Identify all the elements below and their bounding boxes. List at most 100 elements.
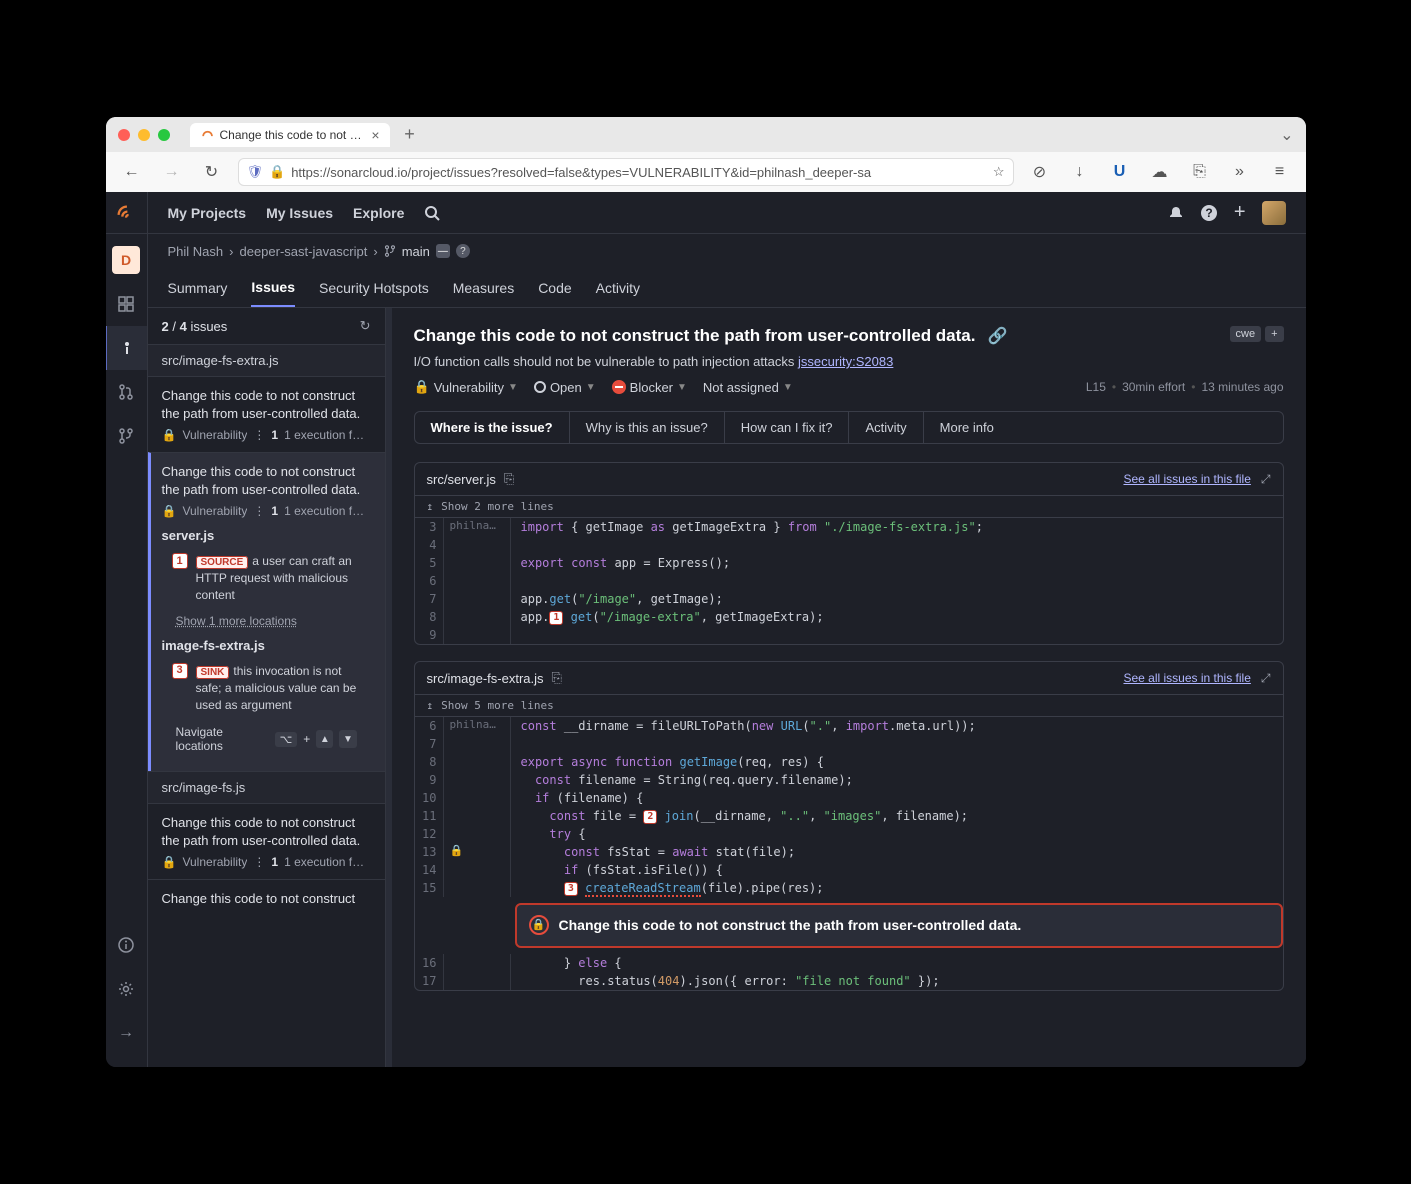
add-icon[interactable]: +	[1234, 201, 1246, 224]
tab-measures[interactable]: Measures	[453, 270, 514, 306]
overflow-icon[interactable]: »	[1226, 158, 1254, 186]
nav-up-button[interactable]: ▲	[316, 730, 333, 748]
extension-icon-2[interactable]: ☁	[1146, 158, 1174, 186]
flow-count: 1	[271, 428, 278, 442]
browser-tab[interactable]: Change this code to not constru ×	[190, 123, 390, 147]
blame-author: philna…	[443, 717, 511, 735]
nav-explore[interactable]: Explore	[353, 205, 404, 221]
issue-title: Change this code to not construct the pa…	[162, 387, 371, 422]
file-group: src/image-fs.js Change this code to not …	[148, 771, 385, 924]
window-maximize[interactable]	[158, 129, 170, 141]
issue-card[interactable]: Change this code to not construct the pa…	[148, 803, 385, 879]
code-line: 4	[415, 536, 1283, 554]
expand-icon[interactable]: ⤢	[1261, 671, 1271, 686]
downloads-icon[interactable]: ↓	[1066, 158, 1094, 186]
window-minimize[interactable]	[138, 129, 150, 141]
nav-my-projects[interactable]: My Projects	[168, 205, 247, 221]
inline-issue-box[interactable]: 🔒Change this code to not construct the p…	[515, 903, 1283, 948]
code-text: app.get("/image", getImage);	[511, 590, 723, 608]
forward-button[interactable]: →	[158, 158, 186, 186]
rail-info[interactable]	[106, 923, 148, 967]
open-status-icon	[534, 381, 546, 393]
svg-text:?: ?	[1205, 206, 1212, 220]
rail-pull-requests[interactable]	[106, 370, 148, 414]
new-tab-button[interactable]: +	[398, 123, 422, 147]
status-dropdown[interactable]: Open ▼	[534, 380, 596, 395]
issue-card-selected[interactable]: Change this code to not construct the pa…	[148, 452, 385, 771]
nav-down-button[interactable]: ▼	[339, 730, 356, 748]
code-line: 13🔒 const fsStat = await stat(file);	[415, 843, 1283, 861]
rule-link[interactable]: jssecurity:S2083	[798, 354, 893, 369]
extension-icon-1[interactable]: U	[1106, 158, 1134, 186]
rail-issues[interactable]	[106, 326, 148, 370]
tab-activity[interactable]: Activity	[596, 270, 640, 306]
rail-branches[interactable]	[106, 414, 148, 458]
shield-icon: 🛡	[247, 164, 264, 180]
crumb-user[interactable]: Phil Nash	[168, 244, 224, 259]
issue-card[interactable]: Change this code to not construct the pa…	[148, 376, 385, 452]
lock-icon: 🔒	[162, 428, 177, 442]
tab-activity[interactable]: Activity	[849, 412, 923, 443]
code-file-name: src/server.js ⎘	[427, 471, 515, 487]
copy-icon[interactable]: ⎘	[552, 670, 562, 686]
crumb-project[interactable]: deeper-sast-javascript	[239, 244, 367, 259]
assignee-dropdown[interactable]: Not assigned ▼	[703, 380, 793, 395]
copy-icon[interactable]: ⎘	[504, 471, 514, 487]
tab-security-hotspots[interactable]: Security Hotspots	[319, 270, 429, 306]
refresh-icon[interactable]: ↻	[360, 318, 371, 334]
tab-where[interactable]: Where is the issue?	[415, 412, 570, 443]
rail-overview[interactable]	[106, 282, 148, 326]
search-icon[interactable]	[424, 205, 440, 221]
line-number: 8	[415, 608, 443, 626]
issue-card[interactable]: Change this code to not construct	[148, 879, 385, 924]
nav-my-issues[interactable]: My Issues	[266, 205, 333, 221]
permalink-icon[interactable]: 🔗	[987, 326, 1007, 346]
tab-summary[interactable]: Summary	[168, 270, 228, 306]
org-badge[interactable]: D	[112, 246, 140, 274]
see-all-issues-link[interactable]: See all issues in this file	[1123, 671, 1250, 685]
window-close[interactable]	[118, 129, 130, 141]
severity-dropdown[interactable]: Blocker ▼	[612, 380, 687, 395]
effort: 30min effort	[1122, 380, 1185, 394]
issue-type-dropdown[interactable]: 🔒 Vulnerability ▼	[414, 379, 518, 395]
notifications-icon[interactable]	[1168, 205, 1184, 221]
show-more-lines[interactable]: ↥ Show 2 more lines	[415, 496, 1283, 518]
tab-code[interactable]: Code	[538, 270, 571, 306]
tag-add[interactable]: +	[1265, 326, 1283, 342]
help-icon[interactable]: ?	[1200, 204, 1218, 222]
rail-settings[interactable]	[106, 967, 148, 1011]
separator-icon: ⋮	[253, 428, 265, 442]
line-number: 6	[415, 717, 443, 735]
back-button[interactable]: ←	[118, 158, 146, 186]
expand-icon[interactable]: ⤢	[1261, 472, 1271, 487]
user-avatar[interactable]	[1262, 201, 1286, 225]
tag-cwe[interactable]: cwe	[1230, 326, 1262, 342]
see-all-issues-link[interactable]: See all issues in this file	[1123, 472, 1250, 486]
blame-author: 🔒	[443, 843, 511, 861]
tab-list-dropdown[interactable]: ⌄	[1280, 125, 1293, 145]
bookmark-star-icon[interactable]: ☆	[993, 164, 1005, 180]
code-text: export async function getImage(req, res)…	[511, 753, 824, 771]
lock-icon: 🔒	[269, 164, 285, 180]
tab-why[interactable]: Why is this an issue?	[570, 412, 725, 443]
tab-issues[interactable]: Issues	[251, 269, 295, 307]
show-more-lines[interactable]: ↥ Show 5 more lines	[415, 695, 1283, 717]
reload-button[interactable]: ↻	[198, 158, 226, 186]
lock-icon: 🔒	[529, 915, 549, 935]
extension-icon-3[interactable]: ⎘	[1186, 158, 1214, 186]
flow-step[interactable]: 3 SINKthis invocation is not safe; a mal…	[162, 659, 371, 718]
sonarcloud-logo[interactable]	[106, 192, 148, 234]
show-more-locations[interactable]: Show 1 more locations	[176, 614, 297, 628]
url-bar[interactable]: 🛡 🔒 https://sonarcloud.io/project/issues…	[238, 158, 1014, 186]
info-icon[interactable]: ?	[456, 244, 470, 258]
pocket-icon[interactable]: ⊘	[1026, 158, 1054, 186]
rail-collapse[interactable]: →	[106, 1011, 148, 1055]
pull-request-icon	[118, 384, 134, 400]
menu-icon[interactable]: ≡	[1266, 158, 1294, 186]
tab-close-button[interactable]: ×	[371, 127, 379, 143]
tab-how-fix[interactable]: How can I fix it?	[725, 412, 850, 443]
branch-name[interactable]: main	[402, 244, 430, 259]
tab-more-info[interactable]: More info	[924, 412, 1010, 443]
browser-chrome: Change this code to not constru × + ⌄ ← …	[106, 117, 1306, 192]
flow-step[interactable]: 1 SOURCEa user can craft an HTTP request…	[162, 549, 371, 608]
